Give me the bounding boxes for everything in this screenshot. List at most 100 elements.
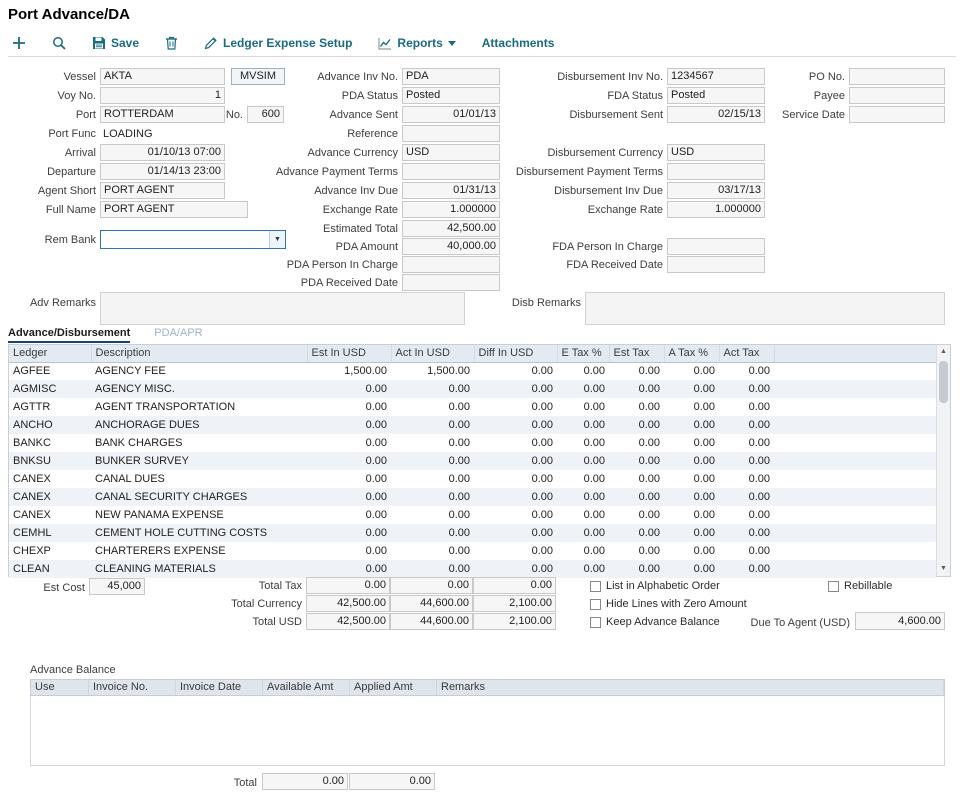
pda-status-input[interactable]: Posted: [402, 87, 500, 104]
ab-col-remarks[interactable]: Remarks: [437, 680, 944, 695]
ledger-amount-cell[interactable]: 0.00: [307, 380, 391, 398]
ledger-amount-cell[interactable]: 0.00: [307, 542, 391, 560]
ledger-amount-cell[interactable]: 0.00: [664, 362, 719, 380]
ledger-code-cell[interactable]: BNKSU: [9, 452, 91, 470]
ledger-col-est-tax[interactable]: Est Tax: [609, 345, 664, 362]
ledger-col-description[interactable]: Description: [91, 345, 307, 362]
ledger-amount-cell[interactable]: 0.00: [719, 488, 774, 506]
search-button[interactable]: [52, 36, 66, 50]
delete-button[interactable]: [165, 36, 178, 50]
port-input[interactable]: ROTTERDAM: [100, 106, 225, 123]
ledger-amount-cell[interactable]: 0.00: [474, 506, 557, 524]
advance-sent-input[interactable]: 01/01/13: [402, 106, 500, 123]
ledger-col-est-in-usd[interactable]: Est In USD: [307, 345, 391, 362]
ledger-desc-cell[interactable]: ANCHORAGE DUES: [91, 416, 307, 434]
add-button[interactable]: [12, 36, 26, 50]
ledger-col-e-tax[interactable]: E Tax %: [557, 345, 609, 362]
voy-no-input[interactable]: 1: [100, 87, 225, 104]
ledger-amount-cell[interactable]: 0.00: [307, 470, 391, 488]
ledger-amount-cell[interactable]: 0.00: [609, 452, 664, 470]
advance-currency-input[interactable]: USD: [402, 144, 500, 161]
ledger-amount-cell[interactable]: [774, 488, 936, 506]
ledger-amount-cell[interactable]: 0.00: [719, 398, 774, 416]
ledger-amount-cell[interactable]: [774, 542, 936, 560]
ledger-amount-cell[interactable]: 0.00: [391, 542, 474, 560]
disbursement-sent-input[interactable]: 02/15/13: [667, 106, 765, 123]
ledger-amount-cell[interactable]: 0.00: [474, 362, 557, 380]
ledger-amount-cell[interactable]: 0.00: [474, 524, 557, 542]
ledger-code-cell[interactable]: AGMISC: [9, 380, 91, 398]
ledger-amount-cell[interactable]: 0.00: [391, 452, 474, 470]
disb-remarks-input[interactable]: [585, 292, 945, 325]
ledger-amount-cell[interactable]: 0.00: [391, 380, 474, 398]
ledger-row[interactable]: ANCHOANCHORAGE DUES0.000.000.000.000.000…: [9, 416, 936, 434]
ledger-desc-cell[interactable]: AGENCY FEE: [91, 362, 307, 380]
agent-short-input[interactable]: PORT AGENT: [100, 182, 225, 199]
ledger-amount-cell[interactable]: [774, 470, 936, 488]
ledger-amount-cell[interactable]: 0.00: [609, 380, 664, 398]
ledger-amount-cell[interactable]: 0.00: [609, 362, 664, 380]
ledger-amount-cell[interactable]: 0.00: [557, 362, 609, 380]
ledger-amount-cell[interactable]: 0.00: [719, 452, 774, 470]
ledger-amount-cell[interactable]: 0.00: [719, 524, 774, 542]
adv-remarks-input[interactable]: [100, 292, 465, 325]
est-cost-input[interactable]: 45,000: [89, 578, 145, 595]
ledger-scrollbar[interactable]: ▲ ▼: [936, 345, 950, 576]
ledger-amount-cell[interactable]: 0.00: [664, 470, 719, 488]
ledger-amount-cell[interactable]: 0.00: [719, 434, 774, 452]
ledger-amount-cell[interactable]: 0.00: [557, 506, 609, 524]
disbursement-currency-input[interactable]: USD: [667, 144, 765, 161]
tab-advance-disbursement[interactable]: Advance/Disbursement: [8, 327, 130, 343]
ledger-amount-cell[interactable]: 0.00: [307, 488, 391, 506]
ledger-row[interactable]: AGFEEAGENCY FEE1,500.001,500.000.000.000…: [9, 362, 936, 380]
ledger-amount-cell[interactable]: 0.00: [664, 452, 719, 470]
ledger-amount-cell[interactable]: 0.00: [307, 398, 391, 416]
service-date-input[interactable]: [849, 106, 945, 123]
ab-col-available-amt[interactable]: Available Amt: [263, 680, 350, 695]
checkbox-rebillable[interactable]: Rebillable: [828, 580, 892, 592]
ledger-amount-cell[interactable]: 0.00: [664, 524, 719, 542]
ledger-amount-cell[interactable]: 0.00: [307, 416, 391, 434]
ledger-row[interactable]: CANEXNEW PANAMA EXPENSE0.000.000.000.000…: [9, 506, 936, 524]
ledger-amount-cell[interactable]: 0.00: [664, 380, 719, 398]
disbursement-exchange-rate-input[interactable]: 1.000000: [667, 201, 765, 218]
ledger-code-cell[interactable]: CLEAN: [9, 560, 91, 578]
ledger-amount-cell[interactable]: 0.00: [474, 470, 557, 488]
ledger-desc-cell[interactable]: AGENT TRANSPORTATION: [91, 398, 307, 416]
ledger-amount-cell[interactable]: 0.00: [719, 560, 774, 578]
save-button[interactable]: Save: [92, 36, 139, 50]
ledger-col-diff-in-usd[interactable]: Diff In USD: [474, 345, 557, 362]
advance-payment-terms-input[interactable]: [402, 163, 500, 180]
ledger-amount-cell[interactable]: 0.00: [391, 488, 474, 506]
ledger-amount-cell[interactable]: 0.00: [609, 542, 664, 560]
ledger-amount-cell[interactable]: 0.00: [474, 560, 557, 578]
ledger-amount-cell[interactable]: 0.00: [609, 506, 664, 524]
scroll-down-icon[interactable]: ▼: [937, 562, 950, 576]
full-name-input[interactable]: PORT AGENT: [100, 201, 248, 218]
ledger-code-cell[interactable]: CANEX: [9, 470, 91, 488]
checkbox-keep-advance-balance[interactable]: Keep Advance Balance: [590, 616, 720, 628]
ledger-amount-cell[interactable]: [774, 434, 936, 452]
reports-button[interactable]: Reports: [378, 36, 455, 50]
vessel-input[interactable]: AKTA: [100, 68, 225, 85]
ledger-col-ledger[interactable]: Ledger: [9, 345, 91, 362]
ledger-amount-cell[interactable]: 0.00: [557, 524, 609, 542]
fda-person-in-charge-input[interactable]: [667, 238, 765, 255]
ledger-amount-cell[interactable]: 0.00: [474, 416, 557, 434]
attachments-button[interactable]: Attachments: [482, 36, 555, 50]
ledger-amount-cell[interactable]: 0.00: [609, 560, 664, 578]
ledger-amount-cell[interactable]: [774, 524, 936, 542]
ledger-code-cell[interactable]: AGTTR: [9, 398, 91, 416]
fda-status-input[interactable]: Posted: [667, 87, 765, 104]
ledger-amount-cell[interactable]: 0.00: [664, 398, 719, 416]
ledger-amount-cell[interactable]: 0.00: [664, 416, 719, 434]
ledger-row[interactable]: CLEANCLEANING MATERIALS0.000.000.000.000…: [9, 560, 936, 578]
ledger-amount-cell[interactable]: 0.00: [557, 542, 609, 560]
ledger-expense-setup-button[interactable]: Ledger Expense Setup: [204, 36, 352, 50]
ledger-amount-cell[interactable]: 1,500.00: [307, 362, 391, 380]
ledger-amount-cell[interactable]: 0.00: [391, 434, 474, 452]
ledger-amount-cell[interactable]: 0.00: [609, 470, 664, 488]
ledger-amount-cell[interactable]: 0.00: [391, 560, 474, 578]
ledger-amount-cell[interactable]: 0.00: [307, 560, 391, 578]
ledger-amount-cell[interactable]: 0.00: [307, 434, 391, 452]
